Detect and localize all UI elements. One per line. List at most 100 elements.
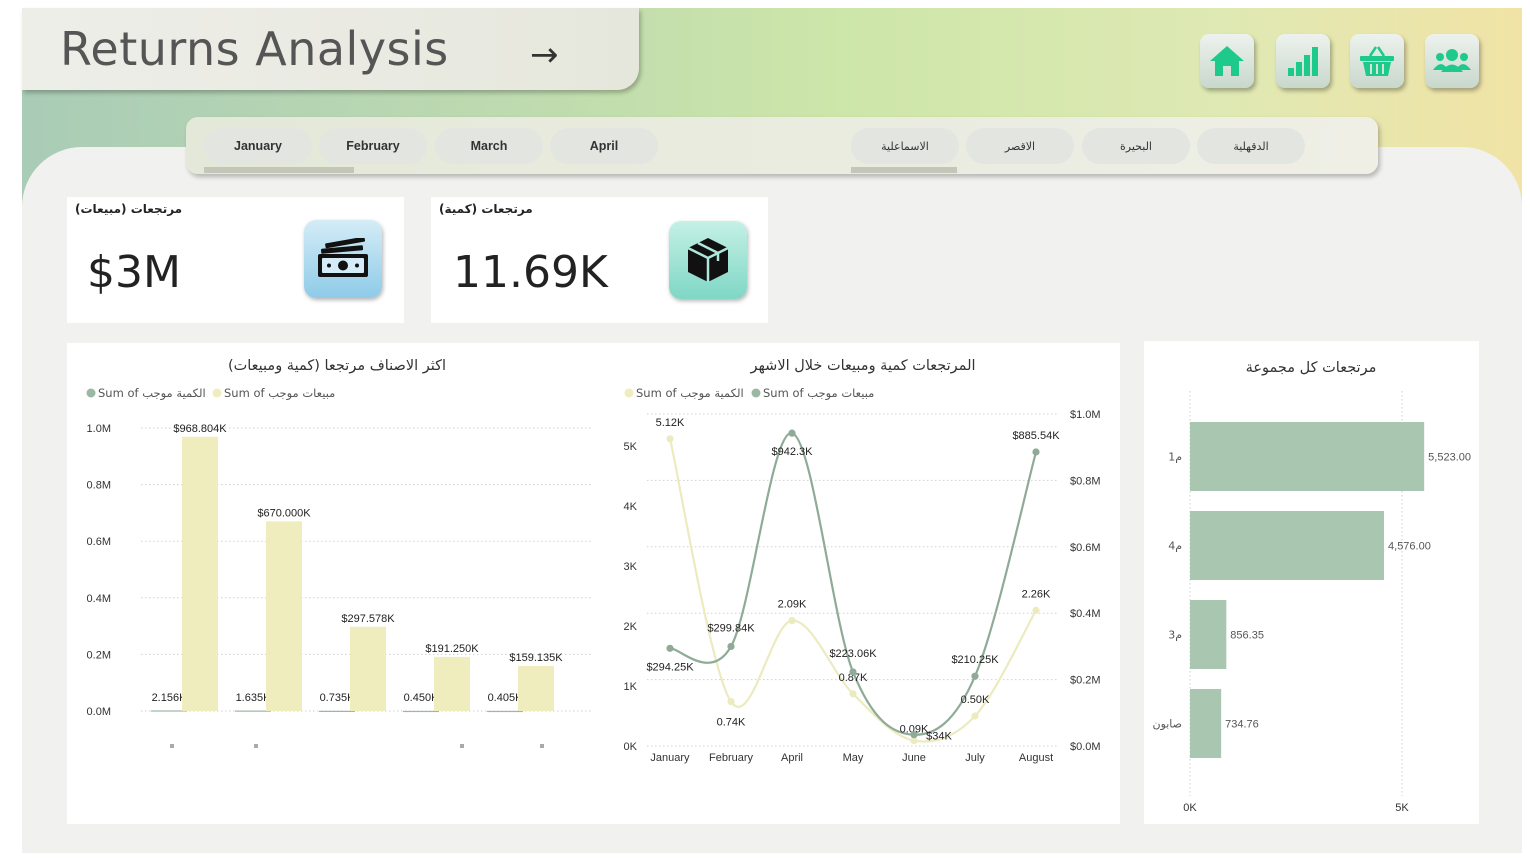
point-quantity[interactable] xyxy=(666,435,674,443)
branch-chip-4[interactable]: الدقهلية xyxy=(1197,128,1305,164)
bar-group[interactable] xyxy=(1190,689,1222,758)
data-label: 0.450K xyxy=(404,692,440,704)
y-tick-label-left: 1K xyxy=(624,681,638,693)
legend-label-sales[interactable]: Sum of مبيعات موجب xyxy=(763,386,874,401)
bar-sales[interactable] xyxy=(182,436,218,711)
point-sales[interactable] xyxy=(971,672,979,680)
y-tick-label-right: $0.6M xyxy=(1070,542,1101,554)
data-label: 734.76 xyxy=(1225,719,1259,731)
category-label-icons xyxy=(170,744,544,748)
basket-button[interactable] xyxy=(1350,34,1404,88)
home-button[interactable] xyxy=(1200,34,1254,88)
y-tick-label: 0.8M xyxy=(87,480,111,492)
legend-swatch-qty xyxy=(86,388,96,398)
chart-title: المرتجعات كمية ومبيعات خلال الاشهر xyxy=(749,358,975,374)
branch-chip-2[interactable]: الاقصر xyxy=(966,128,1074,164)
bar-group[interactable] xyxy=(1190,511,1385,580)
data-label: 0.50K xyxy=(961,694,990,706)
point-sales[interactable] xyxy=(849,668,857,676)
top-items-chart: اكثر الاصناف مرتجعا (كمية ومبيعات) Sum o… xyxy=(86,358,592,748)
legend-label-qty[interactable]: Sum of الكمية موجب xyxy=(98,386,206,401)
kpi-icon-box xyxy=(304,220,382,298)
data-label: $297.578K xyxy=(341,613,395,625)
data-label: $294.25K xyxy=(646,661,694,673)
point-quantity[interactable] xyxy=(849,690,857,698)
data-label: $885.54K xyxy=(1012,430,1060,442)
point-quantity[interactable] xyxy=(727,698,735,706)
legend-label-qty[interactable]: Sum of الكمية موجب xyxy=(636,386,744,401)
x-tick-label: January xyxy=(650,752,690,764)
bar-group[interactable] xyxy=(1190,422,1425,491)
data-label: $968.804K xyxy=(173,423,227,435)
y-tick-label-right: $0.8M xyxy=(1070,475,1101,487)
data-label: 856.35 xyxy=(1230,630,1264,642)
data-label: $210.25K xyxy=(951,654,999,666)
bar-quantity[interactable] xyxy=(403,710,439,713)
bar-quantity[interactable] xyxy=(319,710,355,712)
arrow-right-icon[interactable]: → xyxy=(530,38,559,72)
x-tick-label: February xyxy=(709,752,754,764)
chart-title: مرتجعات كل مجموعة xyxy=(1246,360,1377,376)
kpi-card-sales-returns: مرتجعات (مبيعات) $3M xyxy=(67,197,404,323)
data-label: $34K xyxy=(926,731,952,743)
month-chip-april[interactable]: April xyxy=(550,128,658,164)
kpi-icon-box xyxy=(669,221,747,299)
month-chip-march[interactable]: March xyxy=(435,128,543,164)
data-label: $942.3K xyxy=(772,446,814,458)
y-tick-label: 0.0M xyxy=(87,706,111,718)
data-label: 0.405K xyxy=(488,692,524,704)
branch-chip-1[interactable]: الاسماعلية xyxy=(851,128,959,164)
y-tick-label: 0.4M xyxy=(87,593,111,605)
y-category-label: صابون xyxy=(1152,718,1182,731)
data-label: $159.135K xyxy=(509,652,563,664)
data-label: 2.156K xyxy=(152,692,188,704)
branch-chip-3[interactable]: البحيرة xyxy=(1082,128,1190,164)
x-tick-label: 0K xyxy=(1183,802,1197,814)
legend-label-sales[interactable]: Sum of مبيعات موجب xyxy=(224,386,335,401)
monthly-returns-chart: المرتجعات كمية ومبيعات خلال الاشهر Sum o… xyxy=(624,358,1101,764)
y-category-label: م4 xyxy=(1168,540,1182,553)
bar-sales[interactable] xyxy=(266,521,302,711)
data-label: $191.250K xyxy=(425,643,479,655)
bar-quantity[interactable] xyxy=(235,710,271,712)
y-tick-label-right: $0.2M xyxy=(1070,675,1101,687)
box-icon xyxy=(687,238,729,282)
month-chip-february[interactable]: February xyxy=(319,128,427,164)
point-sales[interactable] xyxy=(666,644,674,652)
y-tick-label: 0.2M xyxy=(87,649,111,661)
customers-button[interactable] xyxy=(1425,34,1479,88)
bar-group[interactable] xyxy=(1190,600,1227,669)
point-sales[interactable] xyxy=(727,642,735,651)
point-quantity[interactable] xyxy=(971,712,979,720)
analytics-button[interactable] xyxy=(1276,34,1330,88)
data-label: 2.09K xyxy=(778,599,807,611)
y-tick-label-left: 3K xyxy=(624,561,638,573)
data-label: 2.26K xyxy=(1022,588,1051,600)
month-chip-january[interactable]: January xyxy=(204,128,312,164)
legend-swatch-sales xyxy=(751,388,761,398)
x-tick-label: May xyxy=(843,752,864,764)
kpi-label: مرتجعات (كمية) xyxy=(439,202,533,216)
branch-scrollbar[interactable] xyxy=(851,167,957,173)
y-tick-label-left: 4K xyxy=(624,501,638,513)
bar-sales[interactable] xyxy=(434,656,470,711)
bar-quantity[interactable] xyxy=(151,710,187,712)
month-scrollbar[interactable] xyxy=(204,167,354,173)
y-tick-label-left: 5K xyxy=(624,441,638,453)
data-label: 0.735K xyxy=(320,692,356,704)
data-label: 1.635K xyxy=(236,692,272,704)
point-quantity[interactable] xyxy=(1032,606,1040,614)
point-sales[interactable] xyxy=(788,429,796,437)
point-sales[interactable] xyxy=(910,731,918,739)
legend-swatch-qty xyxy=(624,388,634,398)
data-label: $299.84K xyxy=(707,622,755,634)
bar-sales[interactable] xyxy=(518,665,554,711)
bar-sales[interactable] xyxy=(350,626,386,711)
x-tick-label: April xyxy=(781,752,803,764)
y-tick-label-right: $0.0M xyxy=(1070,741,1101,753)
point-sales[interactable] xyxy=(1032,448,1040,456)
kpi-value: 11.69K xyxy=(453,247,608,298)
bar-quantity[interactable] xyxy=(487,710,523,713)
point-quantity[interactable] xyxy=(788,617,796,625)
page-title: Returns Analysis xyxy=(60,22,449,76)
